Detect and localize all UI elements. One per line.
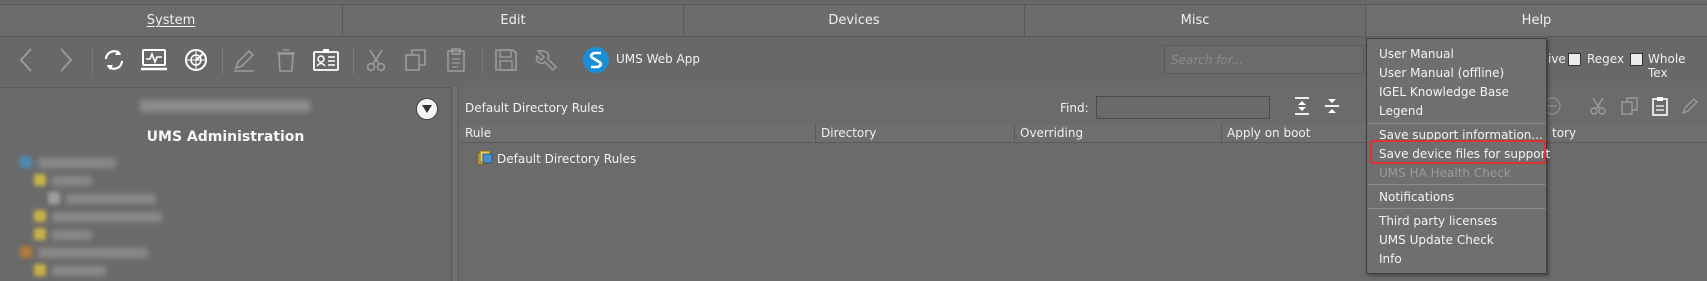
whole-text-label: Whole Tex bbox=[1648, 52, 1686, 80]
toolbar-separator bbox=[353, 48, 354, 74]
paste-clipboard-icon[interactable] bbox=[442, 46, 470, 74]
menu-bar: System Edit Devices Misc Help bbox=[0, 4, 1707, 37]
column-header-rule[interactable]: Rule bbox=[460, 124, 816, 143]
copy-icon[interactable] bbox=[402, 46, 430, 74]
menu-item-user-manual[interactable]: User Manual bbox=[1379, 47, 1454, 61]
regex-label: Regex bbox=[1587, 52, 1625, 66]
edit-pencil-icon[interactable] bbox=[1678, 94, 1702, 118]
tree-row-blurred[interactable] bbox=[52, 212, 162, 222]
menu-item-knowledge-base[interactable]: IGEL Knowledge Base bbox=[1379, 85, 1509, 99]
back-arrow-icon[interactable] bbox=[12, 46, 40, 74]
toolbar-separator bbox=[222, 48, 223, 74]
column-header-partial[interactable]: tory bbox=[1547, 124, 1707, 143]
webapp-label[interactable]: UMS Web App bbox=[616, 52, 700, 66]
tree-server-icon bbox=[20, 156, 32, 168]
tree-folder-icon bbox=[34, 264, 46, 276]
server-name-redacted bbox=[140, 100, 310, 112]
toolbar-separator bbox=[482, 48, 483, 74]
menu-item-legend[interactable]: Legend bbox=[1379, 104, 1423, 118]
menu-system[interactable]: System bbox=[0, 5, 343, 36]
menu-separator bbox=[1368, 123, 1546, 124]
collapse-arrow-icon[interactable] bbox=[416, 98, 438, 120]
search-input[interactable]: Search for... bbox=[1164, 45, 1364, 74]
copy-icon[interactable] bbox=[1618, 94, 1642, 118]
menu-separator bbox=[1368, 184, 1546, 185]
forward-arrow-icon[interactable] bbox=[52, 46, 80, 74]
checkbox-partial-label: ive bbox=[1548, 52, 1566, 66]
menu-item-user-manual-offline[interactable]: User Manual (offline) bbox=[1379, 66, 1504, 80]
menu-item-ha-health-check: UMS HA Health Check bbox=[1379, 166, 1511, 180]
cut-scissors-icon[interactable] bbox=[1586, 94, 1610, 118]
content-title: Default Directory Rules bbox=[465, 101, 605, 115]
whole-text-checkbox[interactable] bbox=[1630, 53, 1643, 66]
tree-row-blurred[interactable] bbox=[52, 230, 92, 240]
menu-devices[interactable]: Devices bbox=[684, 5, 1025, 36]
paste-clipboard-icon[interactable] bbox=[1648, 94, 1672, 118]
menu-separator bbox=[1368, 208, 1546, 209]
monitor-icon[interactable] bbox=[140, 46, 168, 74]
id-card-icon[interactable] bbox=[312, 46, 340, 74]
wrench-icon[interactable] bbox=[532, 46, 560, 74]
tree-folder-icon bbox=[34, 228, 46, 240]
tree-folder-icon bbox=[34, 174, 46, 186]
refresh-icon[interactable] bbox=[100, 46, 128, 74]
panel-title: UMS Administration bbox=[146, 129, 305, 145]
find-input[interactable] bbox=[1096, 96, 1270, 119]
menu-help[interactable]: Help bbox=[1366, 5, 1707, 36]
menu-item-third-party-licenses[interactable]: Third party licenses bbox=[1379, 214, 1497, 228]
radar-icon[interactable] bbox=[182, 46, 210, 74]
cut-scissors-icon[interactable] bbox=[362, 46, 390, 74]
save-disk-icon[interactable] bbox=[492, 46, 520, 74]
panel-splitter[interactable] bbox=[451, 87, 459, 281]
folder-rule-icon bbox=[477, 149, 493, 165]
ums-webapp-icon[interactable] bbox=[582, 46, 610, 74]
highlight-annotation bbox=[1370, 140, 1546, 164]
trash-icon[interactable] bbox=[272, 46, 300, 74]
tree-device-icon bbox=[48, 192, 60, 204]
menu-item-notifications[interactable]: Notifications bbox=[1379, 190, 1454, 204]
edit-pencil-icon[interactable] bbox=[230, 46, 258, 74]
regex-checkbox[interactable] bbox=[1568, 53, 1581, 66]
find-label: Find: bbox=[1060, 101, 1089, 115]
expand-all-icon[interactable] bbox=[1290, 94, 1314, 118]
tree-row-blurred[interactable] bbox=[52, 176, 92, 186]
menu-item-info[interactable]: Info bbox=[1379, 252, 1402, 266]
tree-row-blurred[interactable] bbox=[38, 248, 148, 258]
menu-item-update-check[interactable]: UMS Update Check bbox=[1379, 233, 1494, 247]
menu-edit[interactable]: Edit bbox=[343, 5, 684, 36]
collapse-all-icon[interactable] bbox=[1320, 94, 1344, 118]
tree-config-icon bbox=[20, 246, 32, 258]
tree-row-blurred[interactable] bbox=[38, 158, 116, 168]
column-header-directory[interactable]: Directory bbox=[816, 124, 1015, 143]
menu-misc[interactable]: Misc bbox=[1025, 5, 1366, 36]
tree-row-default-rules[interactable]: Default Directory Rules bbox=[497, 152, 636, 166]
column-header-overriding[interactable]: Overriding bbox=[1015, 124, 1222, 143]
column-header-apply-on-boot[interactable]: Apply on boot bbox=[1222, 124, 1367, 143]
tree-row-blurred[interactable] bbox=[52, 266, 106, 276]
toolbar-separator bbox=[92, 48, 93, 74]
tree-folder-icon bbox=[34, 210, 46, 222]
tree-row-blurred[interactable] bbox=[66, 194, 156, 204]
